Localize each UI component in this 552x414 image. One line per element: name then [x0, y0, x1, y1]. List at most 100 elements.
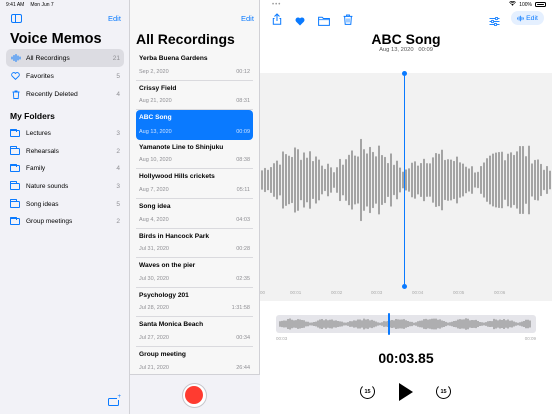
folders-list: Lectures 3 Rehearsals 2 Family 4 Nature …	[6, 125, 124, 231]
move-to-folder-icon[interactable]	[318, 13, 330, 27]
recording-name: ABC Song	[139, 114, 172, 122]
sidebar-toolbar: Edit	[0, 12, 130, 26]
time-tick: 00:02	[331, 290, 343, 295]
time-tick: 00:04	[412, 290, 424, 295]
folder-item-song-ideas[interactable]: Song ideas 5	[6, 195, 124, 213]
sidebar-item-all-recordings[interactable]: All Recordings 21	[6, 49, 124, 67]
recording-row[interactable]: Crissy Field Aug 21, 2020 08:31	[136, 81, 253, 111]
recording-row[interactable]: Group meeting Jul 21, 2020 26:44	[136, 347, 253, 377]
recording-row[interactable]: Yerba Buena Gardens Sep 2, 2020 00:12	[136, 51, 253, 81]
status-bar: 9:41 AM Mon Jun 7 100%	[0, 0, 552, 9]
recording-title: ABC Song	[371, 31, 441, 47]
folder-count: 4	[116, 165, 120, 173]
recordings-list: Yerba Buena Gardens Sep 2, 2020 00:12 Criss…	[136, 51, 253, 377]
heart-icon	[10, 71, 21, 82]
recording-date: Sep 2, 2020	[139, 68, 169, 75]
recording-name: Hollywood Hills crickets	[139, 173, 215, 181]
recording-date: Jul 28, 2020	[139, 305, 169, 312]
wifi-icon	[509, 0, 517, 8]
skip-forward-icon: 15	[436, 384, 451, 399]
battery-percent: 100%	[519, 1, 532, 8]
share-icon[interactable]	[272, 12, 282, 26]
edit-waveform-icon	[517, 9, 524, 27]
folder-label: Lectures	[26, 130, 51, 138]
recording-duration: 00:09	[418, 47, 433, 53]
waveform-graphic	[261, 138, 551, 222]
folder-item-family[interactable]: Family 4	[6, 160, 124, 178]
sidebar-toggle-icon[interactable]	[11, 14, 22, 23]
folder-label: Family	[26, 165, 46, 173]
folder-count: 3	[116, 130, 120, 138]
playhead[interactable]	[402, 71, 407, 289]
recording-name: Yerba Buena Gardens	[139, 55, 208, 62]
recording-duration: 00:34	[236, 334, 250, 341]
time-tick: 00	[260, 290, 266, 295]
play-button[interactable]	[399, 383, 413, 401]
recording-name: Crissy Field	[139, 84, 177, 92]
recording-row[interactable]: Santa Monica Beach Jul 27, 2020 00:34	[136, 317, 253, 347]
overview-playhead[interactable]	[388, 313, 390, 335]
folder-icon	[10, 216, 20, 226]
recording-row[interactable]: Song idea Aug 4, 2020 04:03	[136, 199, 253, 229]
trash-icon	[10, 89, 21, 100]
folders-section-title: My Folders	[10, 111, 55, 121]
recording-row[interactable]: Yamanote Line to Shinjuku Aug 10, 2020 08:…	[136, 140, 253, 170]
recording-duration: 26:44	[236, 364, 250, 371]
overview-start-time: 00:03	[276, 336, 288, 341]
folder-icon	[10, 128, 20, 138]
recording-row[interactable]: Waves on the pier Jul 30, 2020 02:35	[136, 258, 253, 288]
record-bar	[130, 374, 260, 414]
skip-forward-15-button[interactable]: 15	[436, 384, 451, 399]
folder-item-rehearsals[interactable]: Rehearsals 2	[6, 143, 124, 161]
delete-trash-icon[interactable]	[343, 12, 353, 26]
sidebar-edit-button[interactable]: Edit	[108, 14, 121, 23]
recording-date: Aug 21, 2020	[139, 98, 172, 105]
recording-date: Aug 13, 2020	[379, 47, 414, 53]
sidebar-item-recently-deleted[interactable]: Recently Deleted 4	[6, 85, 124, 103]
sidebar-item-favorites[interactable]: Favorites 5	[6, 67, 124, 85]
recording-duration: 02:35	[236, 275, 250, 282]
sidebar-item-count: 5	[116, 72, 120, 80]
favorite-heart-icon[interactable]	[295, 13, 305, 27]
recording-duration: 00:28	[236, 246, 250, 253]
folder-icon	[10, 181, 20, 191]
recording-duration: 00:09	[236, 128, 250, 135]
overview-scrubber[interactable]	[276, 315, 536, 333]
recording-meta: Aug 13, 2020 00:09	[260, 47, 552, 53]
recording-name: Psychology 201	[139, 291, 189, 299]
battery-icon	[535, 2, 546, 7]
recording-date: Aug 10, 2020	[139, 157, 172, 164]
record-button[interactable]	[182, 383, 207, 408]
recording-date: Jul 21, 2020	[139, 364, 169, 371]
skip-back-label: 15	[364, 388, 371, 395]
folder-label: Group meetings	[26, 218, 73, 226]
recording-row[interactable]: ABC Song Aug 13, 2020 00:09	[136, 110, 253, 140]
waveform-view[interactable]	[260, 73, 552, 301]
folder-icon	[10, 146, 20, 155]
recording-duration: 08:38	[236, 157, 250, 164]
folder-item-lectures[interactable]: Lectures 3	[6, 125, 124, 143]
options-sliders-icon[interactable]	[489, 13, 500, 27]
recording-row[interactable]: Hollywood Hills crickets Aug 7, 2020 05:11	[136, 169, 253, 199]
trim-edit-button[interactable]: Edit	[511, 11, 544, 25]
recording-name: Group meeting	[139, 350, 186, 358]
time-tick: 00:05	[453, 290, 465, 295]
skip-back-15-button[interactable]: 15	[360, 384, 375, 399]
recording-name: Song idea	[139, 202, 171, 210]
status-time: 9:41 AM	[6, 1, 25, 8]
app-title: Voice Memos	[10, 31, 102, 47]
recording-row[interactable]: Psychology 201 Jul 28, 2020 1:31:58	[136, 288, 253, 318]
status-date: Mon Jun 7	[30, 1, 54, 8]
waveform-icon	[10, 53, 21, 64]
recordings-title: All Recordings	[136, 31, 235, 47]
folder-item-nature-sounds[interactable]: Nature sounds 3	[6, 178, 124, 196]
time-tick: 00:03	[371, 290, 383, 295]
recording-duration: 04:03	[236, 216, 250, 223]
folder-item-group-meetings[interactable]: Group meetings 2	[6, 213, 124, 231]
recording-duration: 1:31:58	[231, 305, 250, 312]
list-edit-button[interactable]: Edit	[241, 14, 254, 23]
recording-date: Jul 31, 2020	[139, 246, 169, 253]
recording-row[interactable]: Birds in Hancock Park Jul 31, 2020 00:28	[136, 229, 253, 259]
new-folder-icon[interactable]	[108, 394, 121, 406]
folder-count: 2	[116, 218, 120, 226]
